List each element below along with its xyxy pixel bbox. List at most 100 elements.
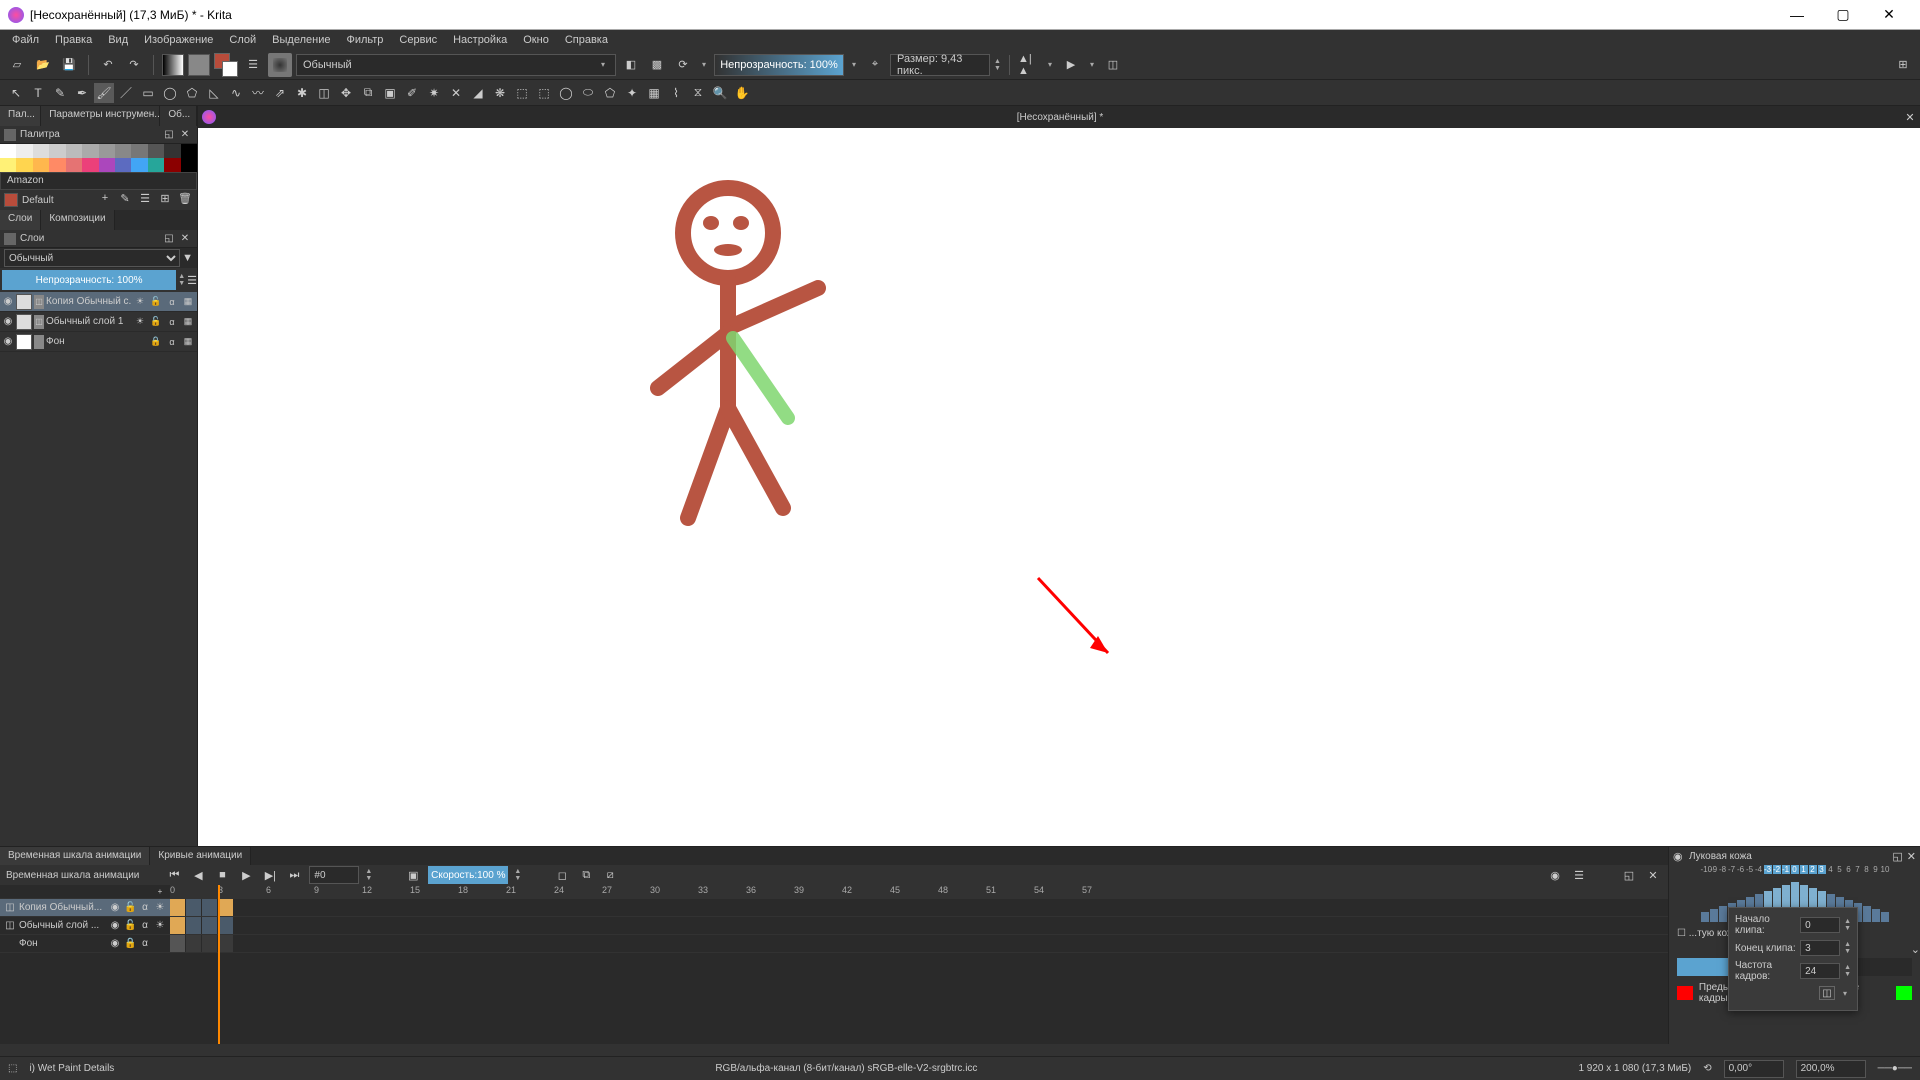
auto-key-icon[interactable]: ◫ xyxy=(1819,986,1835,1000)
onion-icon[interactable]: ☀ xyxy=(133,296,147,307)
palette-swatch[interactable] xyxy=(99,158,115,172)
blend-mode-select[interactable]: Обычный▾ xyxy=(296,54,616,76)
stop-icon[interactable]: ■ xyxy=(213,866,231,884)
polygon-tool-icon[interactable]: ⬠ xyxy=(182,83,202,103)
dock-float-icon[interactable]: ◱ xyxy=(161,233,177,244)
measure-icon[interactable]: ◢ xyxy=(468,83,488,103)
menu-tools[interactable]: Сервис xyxy=(391,32,445,48)
reload-preset-icon[interactable]: ⟳ xyxy=(672,54,694,76)
opacity-slider[interactable]: Непрозрачность: 100% xyxy=(714,54,844,76)
visibility-icon[interactable]: ◉ xyxy=(2,336,14,347)
palette-swatch[interactable] xyxy=(33,144,49,158)
polyline-tool-icon[interactable]: ◺ xyxy=(204,83,224,103)
layer-menu-icon[interactable]: ☰ xyxy=(187,274,197,287)
crop-tool-icon[interactable]: ⧉ xyxy=(358,83,378,103)
onion-icon[interactable]: ☀ xyxy=(133,316,147,327)
zoom-input[interactable]: 200,0% xyxy=(1796,1060,1866,1078)
open-doc-icon[interactable]: 📂 xyxy=(32,54,54,76)
menu-edit[interactable]: Правка xyxy=(47,32,100,48)
text-tool-icon[interactable]: T xyxy=(28,83,48,103)
layer-name[interactable]: Фон xyxy=(46,336,131,347)
menu-image[interactable]: Изображение xyxy=(136,32,221,48)
menu-settings[interactable]: Настройка xyxy=(445,32,515,48)
angle-input[interactable]: 0,00° xyxy=(1724,1060,1784,1078)
menu-file[interactable]: Файл xyxy=(4,32,47,48)
undo-icon[interactable]: ↶ xyxy=(97,54,119,76)
move-layer-icon[interactable]: ✥ xyxy=(336,83,356,103)
wrap-icon[interactable]: ◫ xyxy=(1102,54,1124,76)
workspace-icon[interactable]: ⊞ xyxy=(1892,54,1914,76)
palette-swatch[interactable] xyxy=(82,158,98,172)
menu-filter[interactable]: Фильтр xyxy=(338,32,391,48)
pan-tool-icon[interactable]: ✋ xyxy=(732,83,752,103)
palette-swatch[interactable] xyxy=(181,158,197,172)
palette-swatch[interactable] xyxy=(66,144,82,158)
reference-icon[interactable]: ❋ xyxy=(490,83,510,103)
tab-curves[interactable]: Кривые анимации xyxy=(150,847,251,865)
palette-swatch[interactable] xyxy=(131,144,147,158)
layer-item[interactable]: ◉ ◫ Копия Обычный с... ☀ 🔓 α ▦ xyxy=(0,292,197,312)
filter-layers-icon[interactable]: ▼ xyxy=(182,252,193,264)
menu-layer[interactable]: Слой xyxy=(221,32,264,48)
fps-input[interactable]: 24 xyxy=(1800,963,1840,979)
select-contiguous-icon[interactable]: ✦ xyxy=(622,83,642,103)
mirror-h-icon[interactable]: ▲|▲ xyxy=(1018,54,1040,76)
palette-swatch[interactable] xyxy=(16,144,32,158)
rotate-icon[interactable]: ⟲ xyxy=(1703,1063,1711,1074)
lock-icon[interactable]: 🔓 xyxy=(149,316,163,327)
mirror-v-dd[interactable]: ▾ xyxy=(1086,60,1098,69)
tab-overview[interactable]: Об... xyxy=(160,106,197,126)
menu-help[interactable]: Справка xyxy=(557,32,616,48)
tab-tooloptions[interactable]: Параметры инструмен... xyxy=(41,106,160,126)
play-icon[interactable]: ▶ xyxy=(237,866,255,884)
palette-swatch[interactable] xyxy=(0,144,16,158)
select-similar-icon[interactable]: ▦ xyxy=(644,83,664,103)
onion-toggle-icon[interactable]: ◉ xyxy=(1673,850,1685,863)
speed-slider[interactable]: Скорость:100 % xyxy=(428,866,508,884)
select-ellipse-icon[interactable]: ◯ xyxy=(556,83,576,103)
next-color-swatch[interactable] xyxy=(1896,986,1912,1000)
tl-track[interactable] xyxy=(170,917,1668,935)
lock-icon[interactable]: 🔒 xyxy=(149,336,163,347)
gradient-swatch[interactable] xyxy=(162,54,184,76)
tl-track[interactable] xyxy=(170,899,1668,917)
tl-track[interactable] xyxy=(170,935,1668,953)
dock-close-icon[interactable]: ✕ xyxy=(177,129,193,140)
skip-end-icon[interactable]: ⏭ xyxy=(285,866,303,884)
rect-tool-icon[interactable]: ▭ xyxy=(138,83,158,103)
assistant-icon[interactable]: ✕ xyxy=(446,83,466,103)
multibrush-icon[interactable]: ✱ xyxy=(292,83,312,103)
drop-frames-icon[interactable]: ▣ xyxy=(404,866,422,884)
zoom-tool-icon[interactable]: 🔍 xyxy=(710,83,730,103)
lock-icon[interactable]: 🔓 xyxy=(149,296,163,307)
timeline-float-icon[interactable]: ◱ xyxy=(1620,866,1638,884)
prev-frame-icon[interactable]: ◀ xyxy=(189,866,207,884)
select-magnetic-icon[interactable]: ⧖ xyxy=(688,83,708,103)
layer-name[interactable]: Обычный слой 1 xyxy=(46,316,131,327)
tl-layer-row[interactable]: Фон ◉🔒α xyxy=(0,935,170,953)
alpha-icon[interactable]: α xyxy=(165,317,179,327)
tab-timeline[interactable]: Временная шкала анимации xyxy=(0,847,150,865)
palette-swatch[interactable] xyxy=(164,144,180,158)
visibility-icon[interactable]: ◉ xyxy=(2,316,14,327)
maximize-button[interactable]: ▢ xyxy=(1820,0,1866,30)
palette-swatch[interactable] xyxy=(148,158,164,172)
layer-item[interactable]: ◉ Фон 🔒 α ▦ xyxy=(0,332,197,352)
tab-palette[interactable]: Пал... xyxy=(0,106,41,126)
fill-tool-icon[interactable]: ▣ xyxy=(380,83,400,103)
clip-start-input[interactable]: 0 xyxy=(1800,917,1840,933)
select-bezier-icon[interactable]: ⌇ xyxy=(666,83,686,103)
redo-icon[interactable]: ↷ xyxy=(123,54,145,76)
line-tool-icon[interactable]: ／ xyxy=(116,83,136,103)
edit-swatch-icon[interactable]: ✎ xyxy=(117,192,133,208)
add-keyframe-icon[interactable]: ◻ xyxy=(553,866,571,884)
alpha-lock-icon[interactable]: ▩ xyxy=(646,54,668,76)
menu-window[interactable]: Окно xyxy=(515,32,557,48)
freehand-path-icon[interactable]: 〰 xyxy=(248,83,268,103)
delete-swatch-icon[interactable]: 🗑 xyxy=(177,192,193,208)
edit-shapes-icon[interactable]: ✎ xyxy=(50,83,70,103)
palette-swatch[interactable] xyxy=(66,158,82,172)
palette-swatch[interactable] xyxy=(115,144,131,158)
remove-keyframe-icon[interactable]: ⧄ xyxy=(601,866,619,884)
layer-name[interactable]: Копия Обычный с... xyxy=(46,296,131,307)
